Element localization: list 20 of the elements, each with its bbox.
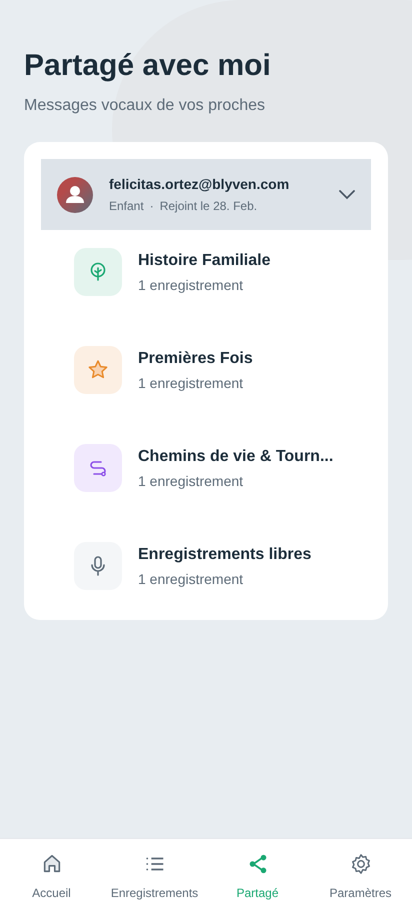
category-title[interactable]: Histoire Familiale	[138, 248, 270, 272]
nav-tab[interactable]: Accueil	[0, 853, 103, 902]
recording-count: 1 enregistrement	[138, 276, 244, 295]
recording-count: 1 enregistrement	[138, 472, 244, 491]
contact-header[interactable]: felicitas.ortez@blyven.com Enfant · Rejoint le 28. Feb.	[41, 159, 371, 230]
contact-email: felicitas.ortez@blyven.com	[109, 175, 290, 194]
category-title[interactable]: Premières Fois	[138, 346, 253, 370]
nav-tab[interactable]: Paramètres	[309, 853, 412, 902]
category-title[interactable]: Chemins de vie & Tourn...	[138, 444, 334, 468]
avatar-icon	[57, 176, 93, 212]
recording-count: 1 enregistrement	[138, 570, 244, 589]
separator-dot: ·	[150, 198, 154, 215]
nav-tab[interactable]: Enregistrements	[103, 853, 206, 902]
page-title: Partagé avec moi	[24, 48, 272, 84]
joined-date: Rejoint le 28. Feb.	[160, 198, 258, 215]
category-title[interactable]: Enregistrements libres	[138, 542, 312, 566]
settings-icon	[350, 853, 372, 875]
contact-role: Enfant	[109, 198, 144, 215]
page-subtitle: Messages vocaux de vos proches	[24, 96, 266, 116]
recording-count: 1 enregistrement	[138, 374, 244, 393]
